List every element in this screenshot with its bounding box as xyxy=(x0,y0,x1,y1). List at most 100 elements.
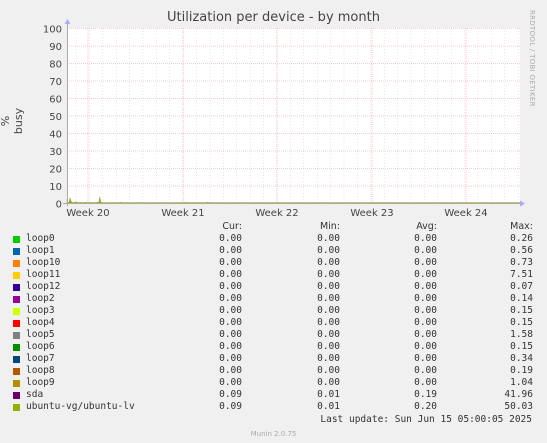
legend-min: 0.00 xyxy=(317,353,340,364)
legend-swatch xyxy=(13,296,20,303)
legend-swatch xyxy=(13,380,20,387)
legend-min: 0.00 xyxy=(317,329,340,340)
legend-row: loop4 0.00 0.00 0.00 0.15 xyxy=(0,317,547,329)
legend-name: loop12 xyxy=(26,281,61,292)
y-tick-label: 20 xyxy=(49,165,62,176)
legend-min: 0.00 xyxy=(317,377,340,388)
legend-cur: 0.00 xyxy=(219,245,242,256)
y-tick-label: 40 xyxy=(49,130,62,141)
legend-max: 7.51 xyxy=(510,269,533,280)
legend-max: 0.26 xyxy=(510,233,533,244)
legend-min: 0.00 xyxy=(317,365,340,376)
y-tick-label: 70 xyxy=(49,77,62,88)
legend-name: loop3 xyxy=(26,305,55,316)
legend-min: 0.00 xyxy=(317,233,340,244)
legend-min: 0.00 xyxy=(317,341,340,352)
legend-min: 0.00 xyxy=(317,269,340,280)
legend-avg: 0.00 xyxy=(414,341,437,352)
legend-cur: 0.00 xyxy=(219,305,242,316)
x-axis-arrow xyxy=(520,200,525,207)
y-tick-label: 100 xyxy=(43,25,62,36)
legend-row: loop2 0.00 0.00 0.00 0.14 xyxy=(0,293,547,305)
legend-swatch xyxy=(13,356,20,363)
legend-avg: 0.00 xyxy=(414,353,437,364)
x-tick-label: Week 20 xyxy=(66,208,109,219)
legend-cur: 0.00 xyxy=(219,329,242,340)
y-ticks: 0 10 20 30 40 50 60 70 80 90 100 xyxy=(43,25,62,211)
legend-avg: 0.19 xyxy=(414,389,437,400)
legend-swatch xyxy=(13,236,20,243)
last-update: Last update: Sun Jun 15 05:00:05 2025 xyxy=(320,414,532,425)
legend-row: loop6 0.00 0.00 0.00 0.15 xyxy=(0,341,547,353)
y-tick-label: 0 xyxy=(56,200,62,211)
legend-row: loop9 0.00 0.00 0.00 1.04 xyxy=(0,377,547,389)
legend-cur: 0.09 xyxy=(219,401,242,412)
legend-header: Cur: Min: Avg: Max: xyxy=(0,221,547,233)
x-tick-label: Week 21 xyxy=(161,208,204,219)
legend-name: loop0 xyxy=(26,233,55,244)
legend-row: loop12 0.00 0.00 0.00 0.07 xyxy=(0,281,547,293)
x-tick-label: Week 23 xyxy=(350,208,393,219)
legend-row: loop7 0.00 0.00 0.00 0.34 xyxy=(0,353,547,365)
legend-swatch xyxy=(13,284,20,291)
legend-swatch xyxy=(13,344,20,351)
legend-max: 0.56 xyxy=(510,245,533,256)
legend-cur: 0.00 xyxy=(219,377,242,388)
legend-max: 0.73 xyxy=(510,257,533,268)
legend-avg: 0.00 xyxy=(414,257,437,268)
legend-header-max: Max: xyxy=(510,221,533,232)
legend-name: loop10 xyxy=(26,257,61,268)
legend-max: 1.04 xyxy=(510,377,533,388)
legend-avg: 0.00 xyxy=(414,329,437,340)
legend-row: loop5 0.00 0.00 0.00 1.58 xyxy=(0,329,547,341)
y-tick-label: 30 xyxy=(49,147,62,158)
footer: Munin 2.0.75 xyxy=(250,430,297,438)
legend-row: loop10 0.00 0.00 0.00 0.73 xyxy=(0,257,547,269)
legend-cur: 0.00 xyxy=(219,269,242,280)
legend-header-cur: Cur: xyxy=(222,221,242,232)
legend-max: 0.07 xyxy=(510,281,533,292)
legend-avg: 0.00 xyxy=(414,269,437,280)
legend-name: loop5 xyxy=(26,329,55,340)
legend-name: loop9 xyxy=(26,377,55,388)
y-tick-label: 10 xyxy=(49,182,62,193)
legend-name: sda xyxy=(26,389,44,400)
legend-min: 0.00 xyxy=(317,245,340,256)
legend-max: 0.15 xyxy=(510,341,533,352)
legend-max: 50.03 xyxy=(504,401,533,412)
legend-header-min: Min: xyxy=(319,221,340,232)
chart-title: Utilization per device - by month xyxy=(167,10,380,25)
legend-cur: 0.00 xyxy=(219,293,242,304)
watermark: RRDTOOL / TOBI OETIKER xyxy=(528,10,536,107)
legend-swatch xyxy=(13,404,20,411)
y-tick-label: 80 xyxy=(49,60,62,71)
legend-avg: 0.00 xyxy=(414,317,437,328)
legend-cur: 0.00 xyxy=(219,257,242,268)
legend-swatch xyxy=(13,272,20,279)
legend-row: loop8 0.00 0.00 0.00 0.19 xyxy=(0,365,547,377)
x-tick-label: Week 22 xyxy=(255,208,298,219)
legend-row: loop3 0.00 0.00 0.00 0.15 xyxy=(0,305,547,317)
legend-min: 0.01 xyxy=(317,389,340,400)
legend-cur: 0.09 xyxy=(219,389,242,400)
legend-name: loop8 xyxy=(26,365,55,376)
legend-name: loop1 xyxy=(26,245,55,256)
legend-avg: 0.00 xyxy=(414,233,437,244)
legend-row: loop11 0.00 0.00 0.00 7.51 xyxy=(0,269,547,281)
legend-min: 0.00 xyxy=(317,257,340,268)
legend-name: loop6 xyxy=(26,341,55,352)
legend-swatch xyxy=(13,332,20,339)
legend-cur: 0.00 xyxy=(219,233,242,244)
legend-max: 0.15 xyxy=(510,305,533,316)
legend-name: loop4 xyxy=(26,317,55,328)
legend-name: loop7 xyxy=(26,353,55,364)
legend-swatch xyxy=(13,248,20,255)
y-axis-label: % busy xyxy=(0,107,25,135)
chart: 0102030405060708090100 Week 20 Week 21 Wee… xyxy=(43,19,525,219)
y-tick-label: 90 xyxy=(49,42,62,53)
legend-name: loop11 xyxy=(26,269,61,280)
legend-avg: 0.00 xyxy=(414,293,437,304)
legend-header-avg: Avg: xyxy=(416,221,437,232)
legend-avg: 0.00 xyxy=(414,281,437,292)
legend-name: ubuntu-vg/ubuntu-lv xyxy=(26,401,135,412)
